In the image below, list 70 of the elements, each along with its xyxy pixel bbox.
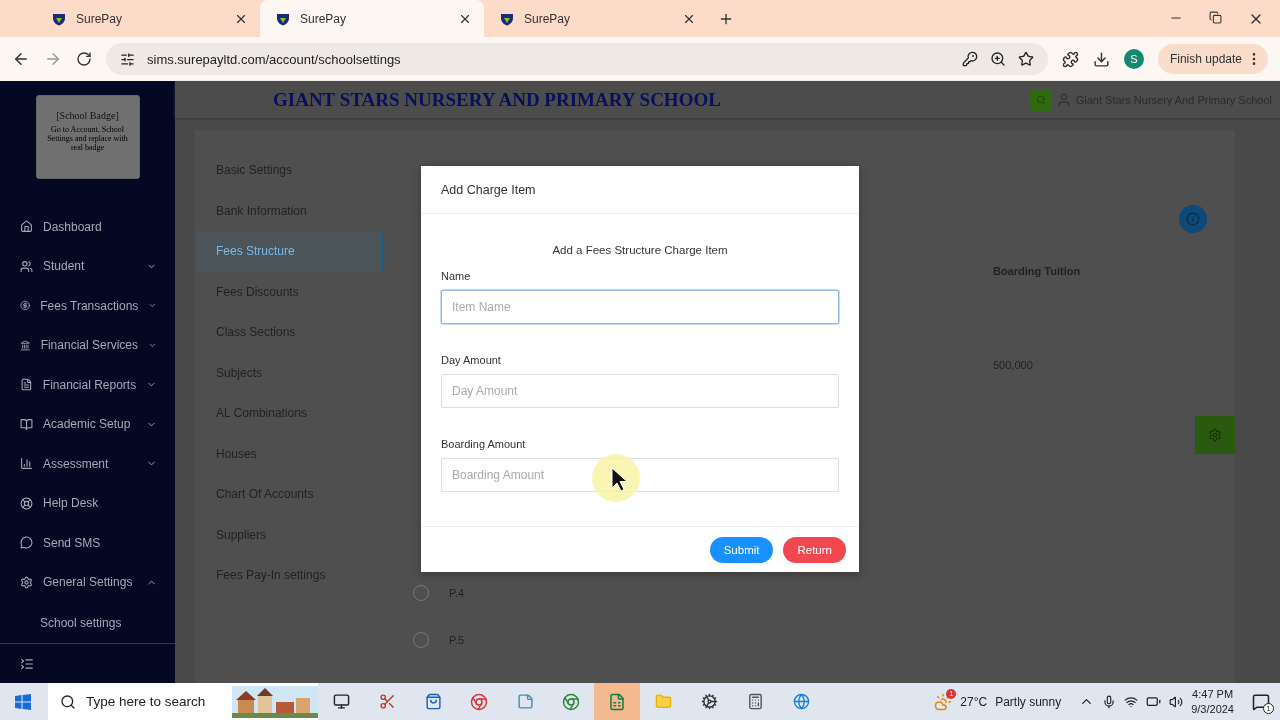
browser-tab[interactable]: SurePay [260,0,484,37]
shield-icon [276,11,290,26]
input-field[interactable]: Item Name [441,290,839,324]
sidebar-item[interactable]: Assessment [0,444,175,484]
weather-condition: Partly sunny [995,694,1062,709]
badge-text: Go to Account, School Settings and replace with real badge [46,125,129,152]
settings-menu-item[interactable]: Fees Structure [195,231,383,272]
input-field[interactable]: Day Amount [441,374,839,408]
reload-icon[interactable] [76,51,92,67]
download-icon[interactable] [1092,50,1110,68]
search-icon [1035,93,1046,106]
sidebar-item[interactable]: Academic Setup [0,404,175,445]
forward-icon[interactable] [44,50,62,68]
shield-icon [52,11,66,26]
sidebar-item[interactable]: Dashboard [0,207,175,247]
coin-icon [20,299,31,313]
settings-icon [1208,428,1222,442]
modal-title: Add Charge Item [421,166,859,214]
notifications-icon[interactable] [1252,692,1270,711]
browser-tab[interactable]: SurePay [484,0,708,37]
users-icon [20,259,33,273]
sidebar-subitem[interactable]: School settings [0,602,175,643]
badge-title: [School Badge] [56,110,119,121]
sidebar-item[interactable]: Financial Services [0,325,175,366]
key-icon[interactable] [961,51,978,67]
star-icon[interactable] [1017,51,1034,67]
temperature: 27°C [960,694,988,709]
sidebar-item[interactable]: General Settings [0,562,175,603]
lifebuoy-icon [20,496,33,510]
extensions-icon[interactable] [1061,50,1079,68]
network-icon[interactable] [1124,694,1139,709]
sidebar-item[interactable]: Send SMS [0,523,175,563]
address-bar[interactable]: sims.surepayltd.com/account/schoolsettings [106,43,1048,75]
profile-avatar[interactable]: S [1123,49,1144,69]
school-title: GIANT STARS NURSERY AND PRIMARY SCHOOL [273,88,722,111]
site-settings-icon[interactable] [120,51,135,67]
return-button[interactable]: Return [783,536,846,563]
taskbar-clock[interactable]: 4:47 PM 9/3/2024 [1191,686,1234,717]
document-icon [20,378,33,392]
book-icon [20,417,33,431]
weather-icon[interactable] [934,692,953,711]
back-icon[interactable] [12,50,30,68]
collapse-menu-icon[interactable] [20,656,34,671]
search-icon [60,693,76,710]
browser-tab[interactable]: SurePay [36,0,260,37]
windows-icon [15,693,31,710]
spreadsheet-icon[interactable] [594,683,640,720]
sidebar-item[interactable]: Fees Transactions [0,286,175,326]
shield-icon [500,11,514,26]
home-icon [20,220,33,234]
info-icon [1186,212,1200,226]
sidebar-item[interactable]: Student [0,246,175,287]
taskbar-search[interactable]: Type here to search [48,683,318,720]
volume-icon[interactable] [1169,694,1184,709]
field-label: Day Amount [441,354,502,366]
sidebar-item[interactable]: Help Desk [0,483,175,524]
cursor-icon [590,452,642,504]
bank-icon [20,338,31,352]
settings-icon [20,575,33,589]
microphone-icon[interactable] [1102,694,1117,709]
battery-icon[interactable] [1146,694,1162,709]
field-label: Name [441,270,472,282]
modal-subtitle: Add a Fees Structure Charge Item [551,244,729,256]
restore-icon[interactable] [1209,10,1222,24]
finish-update-button[interactable]: Finish update [1157,44,1268,74]
sidebar-item[interactable]: Financial Reports [0,365,175,405]
zoom-icon[interactable] [989,51,1006,67]
chart-icon [20,457,33,471]
chat-icon [20,536,33,550]
field-label: Boarding Amount [441,438,527,450]
